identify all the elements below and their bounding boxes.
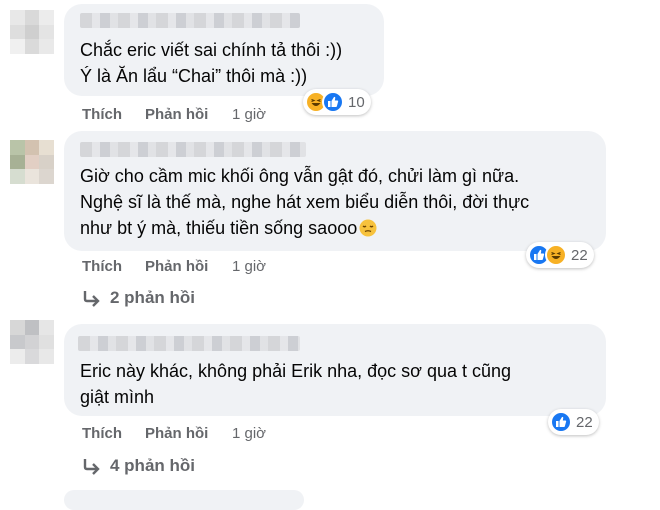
comment-line: giật mình bbox=[80, 387, 155, 407]
timestamp[interactable]: 1 giờ bbox=[232, 106, 266, 123]
reaction-count: 22 bbox=[576, 413, 593, 431]
view-replies-link[interactable]: 4 phản hồi bbox=[82, 456, 195, 476]
reaction-count: 22 bbox=[571, 246, 588, 264]
reply-button[interactable]: Phản hồi bbox=[145, 425, 208, 442]
comment-bubble-partial bbox=[64, 490, 304, 510]
author-name-blurred[interactable] bbox=[80, 13, 300, 28]
comment-line: Giờ cho cầm mic khối ông vẫn gật đó, chử… bbox=[80, 166, 520, 186]
comment-line: Chắc eric viết sai chính tả thôi :)) bbox=[80, 40, 343, 60]
avatar[interactable] bbox=[10, 10, 54, 54]
reaction-count: 10 bbox=[348, 93, 365, 111]
like-icon bbox=[550, 411, 572, 433]
reaction-summary[interactable]: 10 bbox=[303, 89, 371, 115]
pensive-face-emoji bbox=[359, 218, 377, 244]
replies-count-label: 4 phản hồi bbox=[110, 456, 195, 475]
comment-line: Ý là Ăn lẩu “Chai” thôi mà :)) bbox=[80, 66, 308, 86]
comment-text: Eric này khác, không phải Erik nha, đọc … bbox=[80, 358, 511, 410]
reaction-summary[interactable]: 22 bbox=[526, 242, 594, 268]
comment-text: Chắc eric viết sai chính tả thôi :)) Ý l… bbox=[80, 37, 342, 89]
author-name-blurred[interactable] bbox=[78, 336, 300, 351]
comment-bubble: Eric này khác, không phải Erik nha, đọc … bbox=[64, 324, 606, 416]
like-icon bbox=[322, 91, 344, 113]
like-button[interactable]: Thích bbox=[82, 258, 122, 275]
comment-line: như bt ý mà, thiếu tiền sống saooo bbox=[80, 215, 529, 244]
timestamp[interactable]: 1 giờ bbox=[232, 258, 266, 275]
view-replies-link[interactable]: 2 phản hồi bbox=[82, 288, 195, 308]
avatar[interactable] bbox=[10, 320, 54, 364]
comment-line: Nghệ sĩ là thế mà, nghe hát xem biểu diễ… bbox=[80, 192, 530, 212]
comment-bubble: Chắc eric viết sai chính tả thôi :)) Ý l… bbox=[64, 4, 384, 96]
author-name-blurred[interactable] bbox=[80, 142, 306, 157]
haha-icon bbox=[545, 244, 567, 266]
avatar[interactable] bbox=[10, 140, 54, 184]
reply-button[interactable]: Phản hồi bbox=[145, 106, 208, 123]
comment-text: Giờ cho cầm mic khối ông vẫn gật đó, chử… bbox=[80, 163, 529, 244]
comment-line: Eric này khác, không phải Erik nha, đọc … bbox=[80, 361, 512, 381]
reply-button[interactable]: Phản hồi bbox=[145, 258, 208, 275]
like-button[interactable]: Thích bbox=[82, 425, 122, 442]
comment-line-text: như bt ý mà, thiếu tiền sống saooo bbox=[80, 218, 358, 238]
timestamp[interactable]: 1 giờ bbox=[232, 425, 266, 442]
reply-arrow-icon bbox=[83, 291, 100, 307]
comment-bubble: Giờ cho cầm mic khối ông vẫn gật đó, chử… bbox=[64, 131, 606, 251]
like-button[interactable]: Thích bbox=[82, 106, 122, 123]
replies-count-label: 2 phản hồi bbox=[110, 288, 195, 307]
reply-arrow-icon bbox=[83, 459, 100, 475]
reaction-summary[interactable]: 22 bbox=[548, 409, 599, 435]
